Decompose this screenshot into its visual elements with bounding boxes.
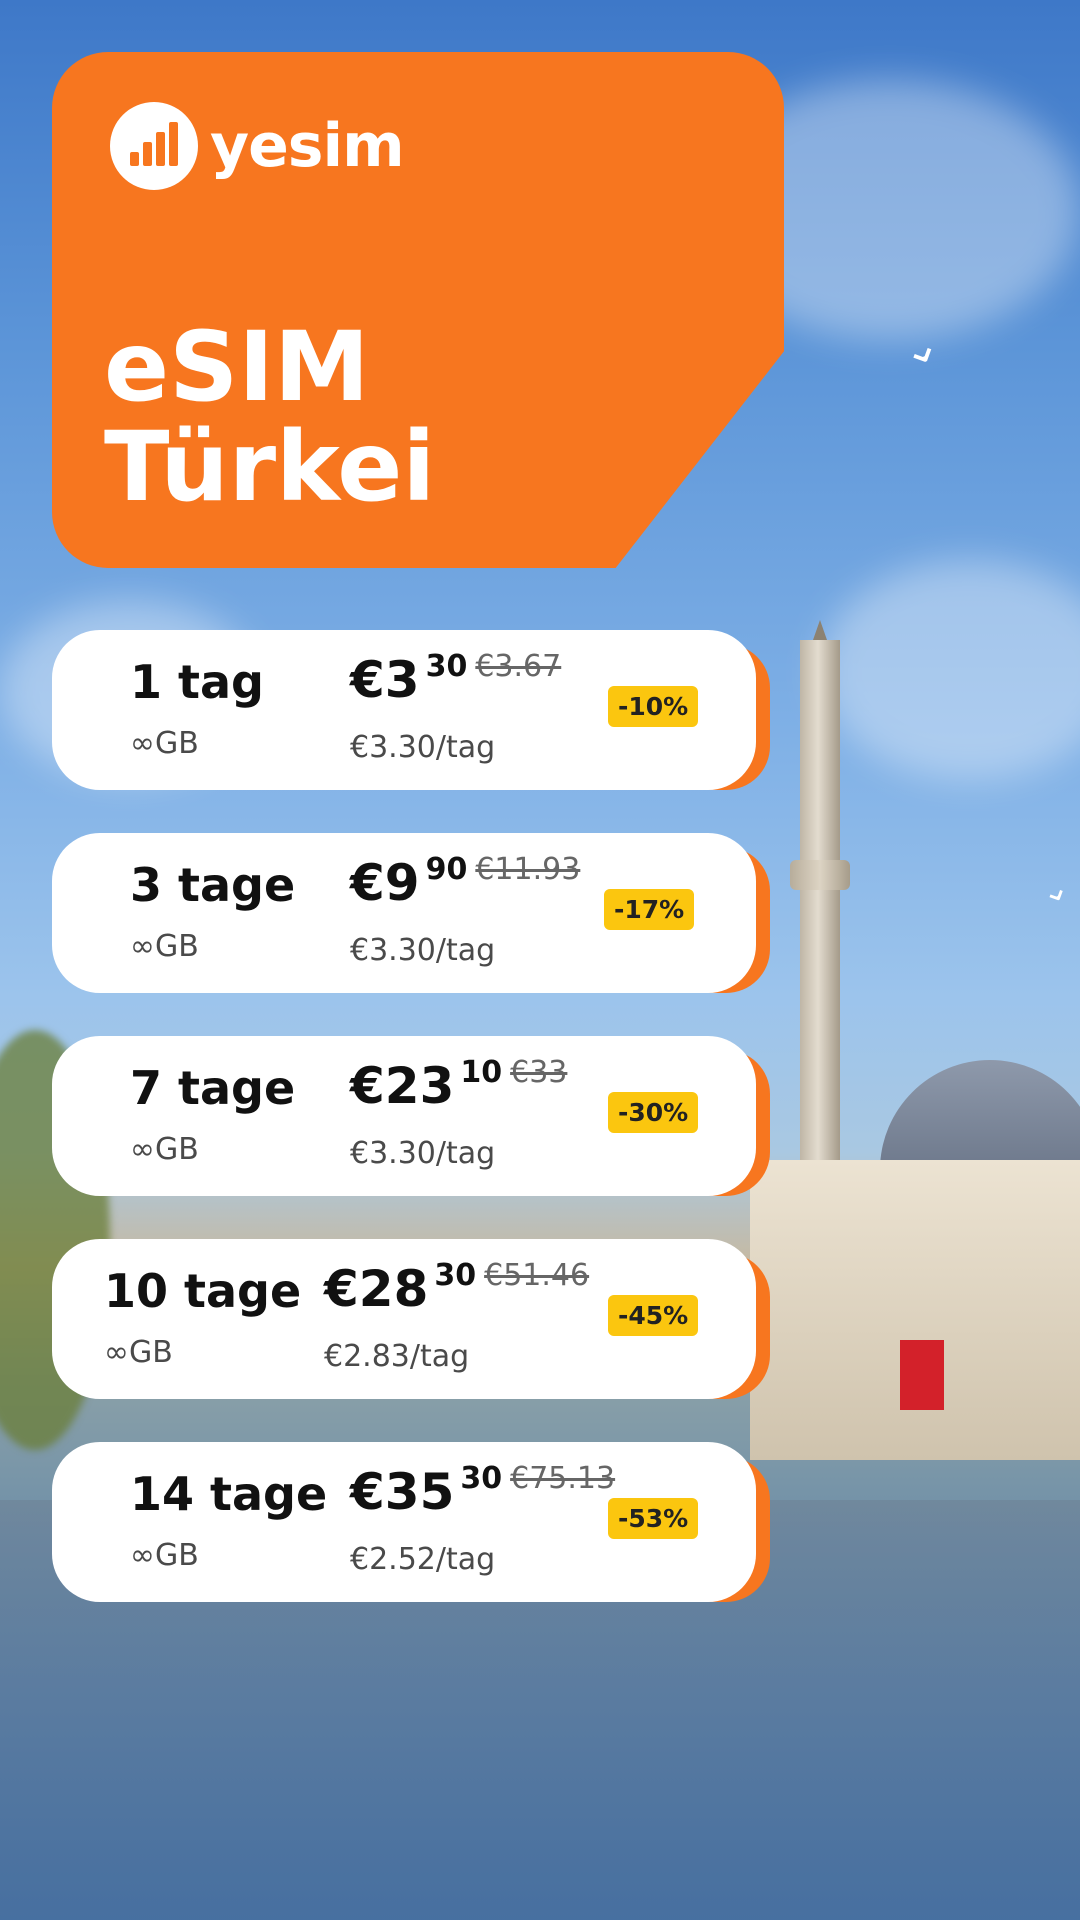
plan-data: ∞GB	[130, 1538, 199, 1573]
price-old: €51.46	[484, 1258, 590, 1293]
price-cents: 30	[434, 1258, 477, 1293]
flag	[900, 1340, 944, 1410]
plan-card-14-tage[interactable]: 14 tage ∞GB €35 30 €75.13 €2.52/tag -53%	[52, 1442, 770, 1602]
plan-duration: 3 tage	[130, 858, 296, 912]
plan-data: ∞GB	[104, 1335, 173, 1370]
price-main: €23	[350, 1057, 455, 1115]
plan-card-7-tage[interactable]: 7 tage ∞GB €23 10 €33 €3.30/tag -30%	[52, 1036, 770, 1196]
plan-duration: 1 tag	[130, 655, 264, 709]
price-old: €75.13	[510, 1461, 616, 1496]
discount-badge: -53%	[608, 1498, 699, 1539]
price-old: €33	[510, 1055, 568, 1090]
discount-badge: -30%	[608, 1092, 699, 1133]
price-cents: 90	[425, 852, 468, 887]
price-per-day: €2.83/tag	[324, 1339, 470, 1374]
seagull-icon: ⌄	[1032, 865, 1076, 915]
price-main: €3	[350, 651, 420, 709]
plan-price: €9 90 €11.93	[350, 852, 581, 912]
price-main: €35	[350, 1463, 455, 1521]
plan-card-1-tag[interactable]: 1 tag ∞GB €3 30 €3.67 €3.30/tag -10%	[52, 630, 770, 790]
title-line-esim: eSIM	[104, 311, 370, 423]
plan-data: ∞GB	[130, 726, 199, 761]
plan-price: €3 30 €3.67	[350, 649, 562, 709]
price-old: €11.93	[475, 852, 581, 887]
plan-card-3-tage[interactable]: 3 tage ∞GB €9 90 €11.93 €3.30/tag -17%	[52, 833, 770, 993]
plan-price: €23 10 €33	[350, 1055, 568, 1115]
page-title: eSIM Türkei	[104, 317, 435, 517]
plan-card-10-tage[interactable]: 10 tage ∞GB €28 30 €51.46 €2.83/tag -45%	[52, 1239, 770, 1399]
brand-name: yesim	[210, 111, 405, 181]
signal-bars-icon	[110, 102, 198, 190]
price-cents: 30	[460, 1461, 503, 1496]
plan-price: €28 30 €51.46	[324, 1258, 590, 1318]
title-line-country: Türkei	[104, 411, 436, 523]
plan-duration: 7 tage	[130, 1061, 296, 1115]
plan-price: €35 30 €75.13	[350, 1461, 616, 1521]
discount-badge: -17%	[604, 889, 695, 930]
price-old: €3.67	[475, 649, 562, 684]
price-per-day: €3.30/tag	[350, 1136, 496, 1171]
plan-data: ∞GB	[130, 1132, 199, 1167]
price-per-day: €3.30/tag	[350, 933, 496, 968]
price-main: €28	[324, 1260, 429, 1318]
plan-data: ∞GB	[130, 929, 199, 964]
brand-logo[interactable]: yesim	[110, 102, 405, 190]
discount-badge: -45%	[608, 1295, 699, 1336]
price-main: €9	[350, 854, 420, 912]
price-per-day: €2.52/tag	[350, 1542, 496, 1577]
price-cents: 30	[425, 649, 468, 684]
price-cents: 10	[460, 1055, 503, 1090]
hero-panel: yesim eSIM Türkei	[52, 52, 784, 568]
plan-duration: 10 tage	[104, 1264, 302, 1318]
plan-duration: 14 tage	[130, 1467, 328, 1521]
discount-badge: -10%	[608, 686, 699, 727]
price-per-day: €3.30/tag	[350, 730, 496, 765]
